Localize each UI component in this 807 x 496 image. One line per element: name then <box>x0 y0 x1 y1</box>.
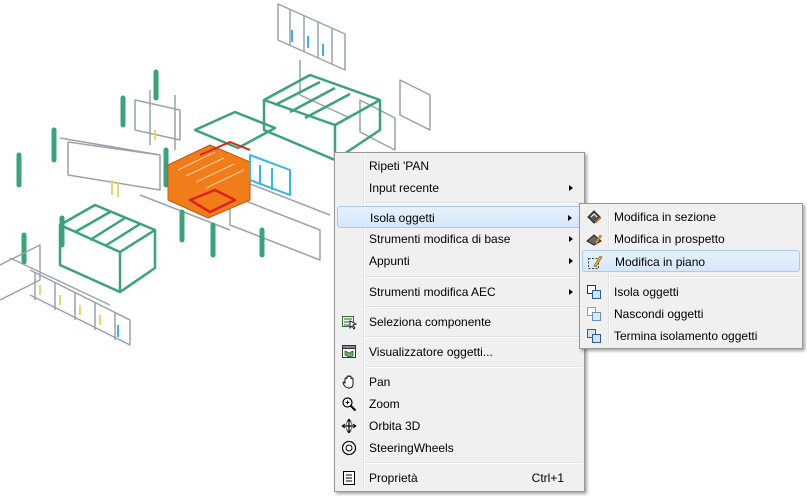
menu-item-label: Ripeti 'PAN <box>369 159 430 173</box>
submenu-item-end-isolation[interactable]: Termina isolamento oggetti <box>582 325 800 347</box>
menu-separator <box>365 462 582 464</box>
edit-in-section-icon <box>587 210 602 224</box>
submenu-arrow-icon <box>569 289 573 295</box>
submenu-arrow-icon <box>569 236 573 242</box>
menu-separator <box>365 306 582 308</box>
menu-item-label: Zoom <box>369 397 400 411</box>
select-component-icon <box>342 316 357 330</box>
edit-in-elevation-icon <box>586 234 602 246</box>
menu-separator <box>365 366 582 368</box>
menu-item-label: Strumenti modifica di base <box>369 232 511 246</box>
menu-item-clipboard[interactable]: Appunti <box>337 250 582 272</box>
submenu-item-edit-in-section[interactable]: Modifica in sezione <box>582 206 800 228</box>
menu-item-pan[interactable]: Pan <box>337 371 582 393</box>
menu-item-label: Orbita 3D <box>369 419 421 433</box>
steering-wheel-icon <box>341 440 357 456</box>
shortcut-label: Ctrl+1 <box>531 471 564 485</box>
menu-item-select-component[interactable]: Seleziona componente <box>337 311 582 333</box>
context-menu: Ripeti 'PAN Input recente Isola oggetti … <box>334 152 585 492</box>
end-isolation-icon <box>587 329 601 343</box>
submenu-item-hide-objects[interactable]: Nascondi oggetti <box>582 303 800 325</box>
menu-item-isolate-objects[interactable]: Isola oggetti <box>337 206 582 228</box>
menu-item-label: Seleziona componente <box>369 315 492 329</box>
submenu-arrow-icon <box>569 258 573 264</box>
menu-item-aec-modify-tools[interactable]: Strumenti modifica AEC <box>337 281 582 303</box>
hand-pan-icon <box>342 375 354 389</box>
menu-item-label: Proprietà <box>369 471 418 485</box>
menu-separator <box>365 336 582 338</box>
menu-item-label: Visualizzatore oggetti... <box>369 345 493 359</box>
menu-item-recent-input[interactable]: Input recente <box>337 177 582 199</box>
submenu-item-edit-in-plan[interactable]: Modifica in piano <box>582 250 800 272</box>
edit-in-plan-icon <box>588 255 603 269</box>
submenu-item-isolate-objects[interactable]: Isola oggetti <box>582 281 800 303</box>
submenu-arrow-icon <box>569 185 573 191</box>
menu-item-basic-modify-tools[interactable]: Strumenti modifica di base <box>337 228 582 250</box>
menu-item-steeringwheels[interactable]: SteeringWheels <box>337 437 582 459</box>
menu-separator <box>365 202 582 204</box>
isolate-objects-submenu: Modifica in sezione Modifica in prospett… <box>579 203 803 349</box>
submenu-item-edit-in-elevation[interactable]: Modifica in prospetto <box>582 228 800 250</box>
menu-item-label: Isola oggetti <box>370 211 435 225</box>
submenu-item-label: Modifica in prospetto <box>614 232 725 246</box>
isolate-objects-icon <box>587 285 601 299</box>
menu-separator <box>365 276 582 278</box>
orbit-3d-icon <box>341 418 357 434</box>
properties-icon <box>343 471 355 485</box>
menu-item-label: Strumenti modifica AEC <box>369 285 496 299</box>
hide-objects-icon <box>587 307 601 321</box>
menu-item-label: Pan <box>369 375 391 389</box>
menu-item-repeat-pan[interactable]: Ripeti 'PAN <box>337 155 582 177</box>
menu-item-label: Appunti <box>369 254 410 268</box>
menu-separator <box>610 276 800 278</box>
submenu-item-label: Isola oggetti <box>614 285 679 299</box>
menu-item-object-viewer[interactable]: Visualizzatore oggetti... <box>337 341 582 363</box>
submenu-arrow-icon <box>568 215 572 221</box>
menu-item-label: SteeringWheels <box>369 441 454 455</box>
object-viewer-icon <box>342 345 356 358</box>
menu-item-label: Input recente <box>369 181 440 195</box>
menu-item-properties[interactable]: Proprietà Ctrl+1 <box>337 467 582 489</box>
submenu-item-label: Nascondi oggetti <box>614 307 704 321</box>
submenu-item-label: Termina isolamento oggetti <box>614 329 758 343</box>
menu-item-orbit-3d[interactable]: Orbita 3D <box>337 415 582 437</box>
zoom-icon <box>342 397 357 412</box>
menu-item-zoom[interactable]: Zoom <box>337 393 582 415</box>
submenu-item-label: Modifica in piano <box>615 255 706 269</box>
submenu-item-label: Modifica in sezione <box>614 210 717 224</box>
